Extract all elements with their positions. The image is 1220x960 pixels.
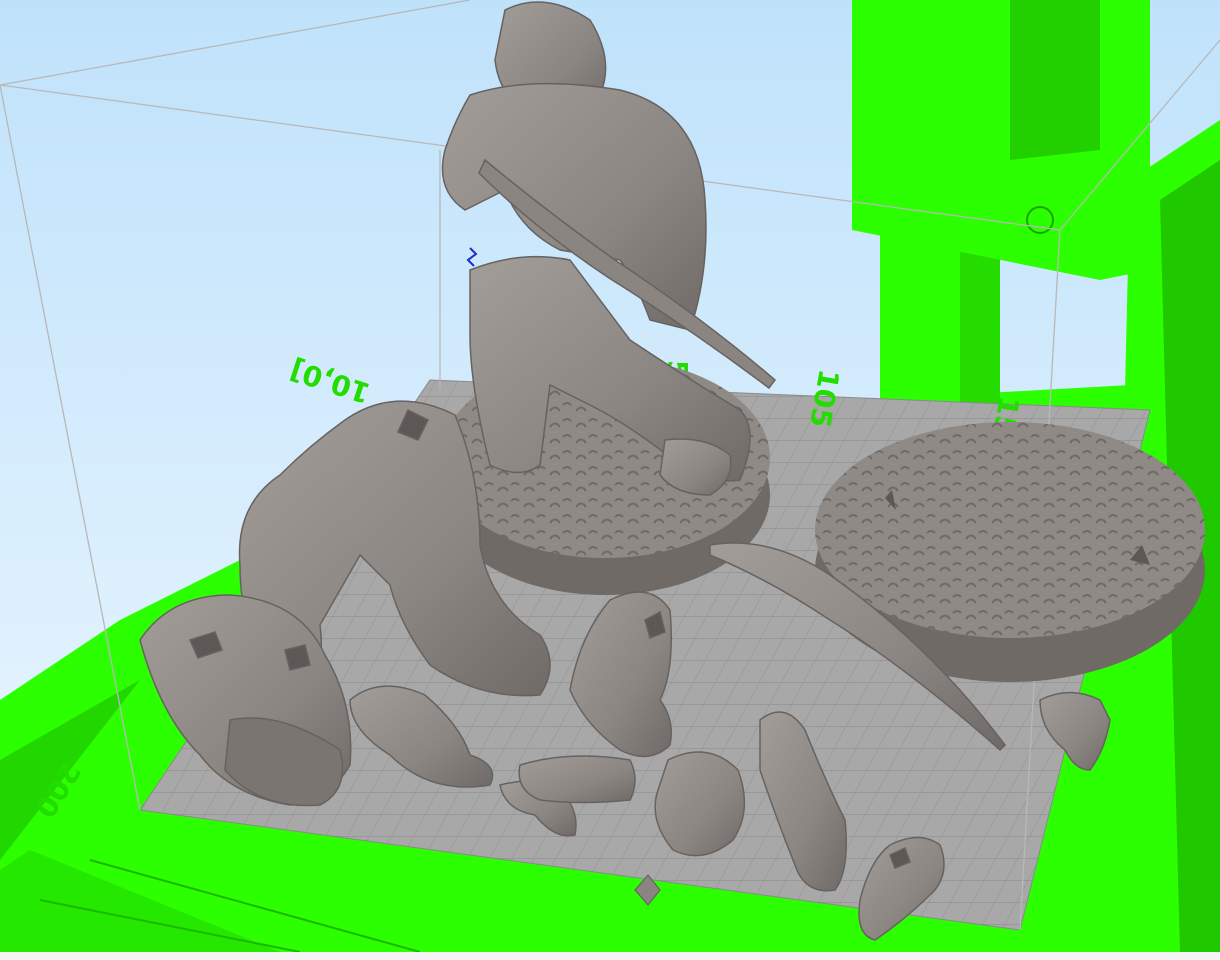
boot-part[interactable]: [518, 755, 636, 804]
head-part[interactable]: [654, 751, 746, 857]
3d-viewport[interactable]: 10,0] 5 105 15 200: [0, 0, 1220, 953]
scene-canvas[interactable]: 10,0] 5 105 15 200: [0, 0, 1220, 952]
status-strip: [0, 952, 1220, 960]
